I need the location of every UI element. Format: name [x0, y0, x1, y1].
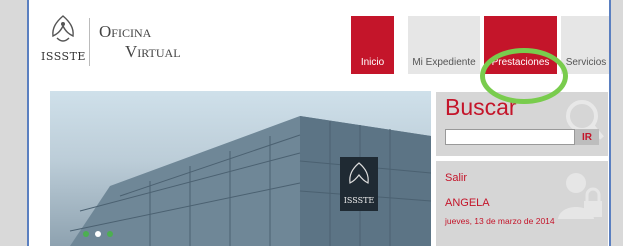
slider-dot-3[interactable]	[107, 231, 113, 237]
nav-tab-mi-expediente[interactable]: Mi Expediente	[408, 16, 480, 74]
search-submit-button[interactable]: IR	[575, 129, 599, 145]
logout-link[interactable]: Salir	[445, 172, 467, 184]
lock-user-icon	[558, 173, 602, 219]
right-background-strip	[611, 0, 623, 246]
logo-text: ISSSTE	[41, 50, 86, 63]
highlight-circle	[480, 48, 568, 104]
nav-tab-servicios[interactable]: Servicios	[561, 16, 609, 74]
user-panel: Salir ANGELA jueves, 13 de marzo de 2014	[436, 161, 608, 246]
nav-tab-inicio[interactable]: Inicio	[351, 16, 394, 74]
hero-building-image: ISSSTE	[50, 91, 431, 246]
header-divider	[89, 18, 90, 66]
nav-tab-label: Inicio	[360, 57, 385, 68]
username-label: ANGELA	[445, 197, 490, 209]
site-title-line1: Oficina	[99, 22, 152, 41]
site-title-line2: Virtual	[125, 42, 181, 61]
page-container: ISSSTE Oficina Virtual Inicio Mi Expedie…	[27, 0, 611, 246]
nav-tab-label: Mi Expediente	[412, 57, 476, 68]
issste-logo[interactable]: ISSSTE	[41, 10, 85, 70]
hero-sign-text: ISSSTE	[344, 196, 375, 205]
slider-dot-2[interactable]	[95, 231, 101, 237]
left-background-strip	[0, 0, 27, 246]
nav-tab-label: Servicios	[565, 57, 607, 68]
building-illustration: ISSSTE	[69, 116, 431, 246]
issste-emblem-icon	[52, 15, 74, 42]
search-input[interactable]	[445, 129, 575, 145]
slider-dot-1[interactable]	[83, 231, 89, 237]
date-label: jueves, 13 de marzo de 2014	[445, 216, 555, 226]
